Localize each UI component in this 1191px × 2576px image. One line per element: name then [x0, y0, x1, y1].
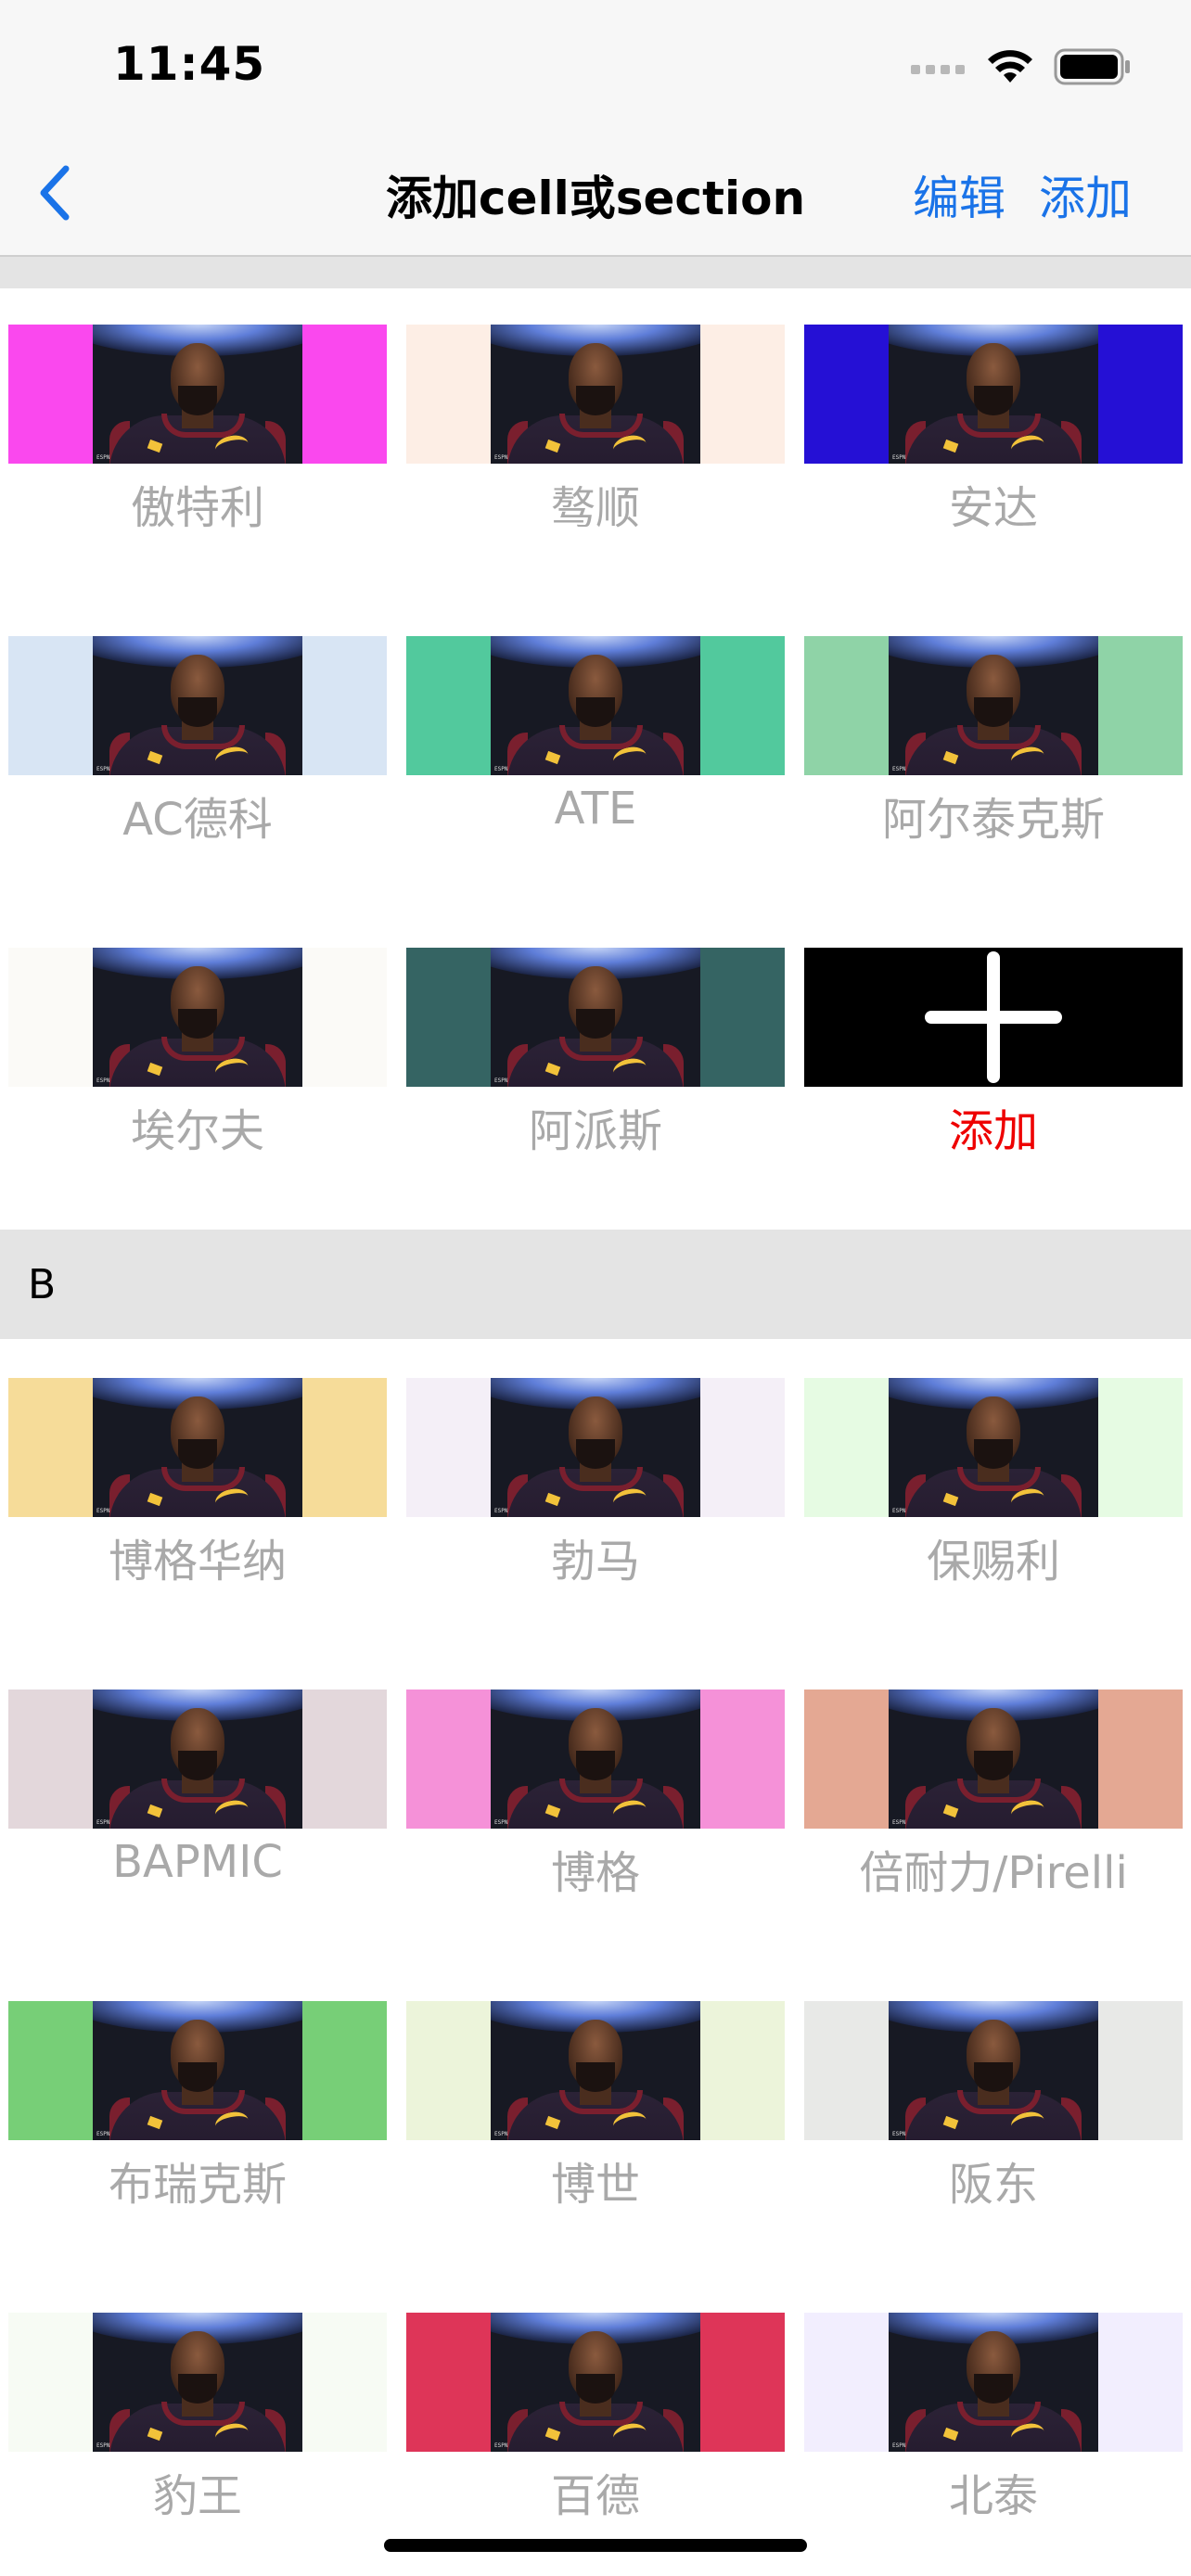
player-photo: ESPN [491, 2313, 700, 2452]
player-photo: ESPN [93, 2313, 302, 2452]
edit-button[interactable]: 编辑 [913, 161, 1005, 228]
cell-label: 布瑞克斯 [108, 2159, 287, 2211]
player-photo: ESPN [491, 1690, 700, 1829]
cell-thumbnail: ESPN [406, 636, 785, 775]
cell-label: 阿派斯 [528, 1105, 662, 1157]
player-photo: ESPN [93, 1690, 302, 1829]
cell-label: 北泰 [948, 2470, 1038, 2522]
player-photo: ESPN [93, 2001, 302, 2140]
section-title: B [28, 1261, 57, 1308]
player-photo: ESPN [889, 1378, 1098, 1517]
cell-thumbnail: ESPN [8, 1690, 387, 1829]
grid-cell[interactable]: ESPN 博格华纳 [8, 1378, 387, 1600]
cell-label: BAPMIC [112, 1836, 283, 1888]
battery-icon [1054, 48, 1130, 85]
add-thumbnail [804, 948, 1183, 1087]
grid-cell[interactable]: ESPN 阪东 [804, 2001, 1183, 2224]
grid-cell[interactable]: ESPN 阿尔泰克斯 [804, 636, 1183, 859]
grid-cell[interactable]: ESPN 北泰 [804, 2313, 1183, 2535]
grid-cell[interactable]: ESPN 布瑞克斯 [8, 2001, 387, 2224]
cell-thumbnail: ESPN [804, 636, 1183, 775]
player-photo: ESPN [93, 1378, 302, 1517]
cell-label: 保赐利 [926, 1536, 1060, 1588]
cell-thumbnail: ESPN [804, 2001, 1183, 2140]
grid-cell[interactable]: ESPN 埃尔夫 [8, 948, 387, 1170]
cell-thumbnail: ESPN [406, 1378, 785, 1517]
cell-thumbnail: ESPN [8, 948, 387, 1087]
cell-thumbnail: ESPN [406, 948, 785, 1087]
cell-label: 倍耐力/Pirelli [859, 1847, 1128, 1899]
player-photo: ESPN [889, 2001, 1098, 2140]
cell-thumbnail: ESPN [8, 636, 387, 775]
cell-thumbnail: ESPN [406, 2313, 785, 2452]
player-photo: ESPN [889, 1690, 1098, 1829]
grid-cell[interactable]: ESPN 保赐利 [804, 1378, 1183, 1600]
cell-label: 百德 [550, 2470, 640, 2522]
grid-cell[interactable]: ESPN ATE [406, 636, 785, 859]
section-header: B [0, 1230, 1191, 1339]
cell-thumbnail: ESPN [406, 2001, 785, 2140]
grid-cell[interactable]: ESPN 骜顺 [406, 325, 785, 547]
cell-thumbnail: ESPN [8, 325, 387, 464]
status-icons [911, 48, 1132, 85]
grid-cell[interactable]: ESPN 倍耐力/Pirelli [804, 1690, 1183, 1912]
grid-cell[interactable]: ESPN AC德科 [8, 636, 387, 859]
cell-thumbnail: ESPN [406, 1690, 785, 1829]
cell-label: 博世 [550, 2159, 640, 2211]
player-photo: ESPN [491, 948, 700, 1087]
cell-label: 阿尔泰克斯 [881, 794, 1105, 846]
player-photo: ESPN [491, 325, 700, 464]
cell-thumbnail: ESPN [804, 2313, 1183, 2452]
wifi-icon [988, 50, 1032, 83]
add-cell[interactable]: 添加 [804, 948, 1183, 1170]
player-photo: ESPN [491, 636, 700, 775]
player-photo: ESPN [93, 636, 302, 775]
cell-label: 傲特利 [130, 482, 264, 534]
add-cell-label: 添加 [948, 1105, 1038, 1157]
grid-cell[interactable]: ESPN 阿派斯 [406, 948, 785, 1170]
cell-thumbnail: ESPN [8, 2001, 387, 2140]
player-photo: ESPN [889, 2313, 1098, 2452]
cell-label: 勃马 [550, 1536, 640, 1588]
cell-thumbnail: ESPN [8, 1378, 387, 1517]
cellular-signal-icon [911, 65, 965, 74]
cell-label: 骜顺 [550, 482, 640, 534]
cell-thumbnail: ESPN [804, 1690, 1183, 1829]
cell-thumbnail: ESPN [804, 1378, 1183, 1517]
grid-cell[interactable]: ESPN 百德 [406, 2313, 785, 2535]
grid-cell[interactable]: ESPN 博格 [406, 1690, 785, 1912]
grid-cell[interactable]: ESPN 勃马 [406, 1378, 785, 1600]
player-photo: ESPN [491, 2001, 700, 2140]
player-photo: ESPN [491, 1378, 700, 1517]
navigation-bar: 添加cell或section 编辑 添加 [0, 130, 1191, 257]
cell-label: 博格 [550, 1847, 640, 1899]
grid-cell[interactable]: ESPN 博世 [406, 2001, 785, 2224]
cell-thumbnail: ESPN [406, 325, 785, 464]
cell-thumbnail: ESPN [804, 325, 1183, 464]
player-photo: ESPN [93, 325, 302, 464]
cell-thumbnail: ESPN [8, 2313, 387, 2452]
section-divider [0, 257, 1191, 288]
status-bar: 11:45 [0, 0, 1191, 130]
grid-cell[interactable]: ESPN 豹王 [8, 2313, 387, 2535]
cell-label: AC德科 [122, 794, 273, 846]
grid-cell[interactable]: ESPN BAPMIC [8, 1690, 387, 1912]
home-indicator [384, 2539, 807, 2552]
player-photo: ESPN [889, 325, 1098, 464]
page-title: 添加cell或section [385, 172, 806, 225]
cell-label: 安达 [948, 482, 1038, 534]
add-button[interactable]: 添加 [1039, 161, 1132, 228]
player-photo: ESPN [889, 636, 1098, 775]
grid-cell[interactable]: ESPN 傲特利 [8, 325, 387, 547]
status-time: 11:45 [113, 37, 266, 91]
cell-label: ATE [554, 783, 637, 835]
cell-label: 埃尔夫 [130, 1105, 264, 1157]
cell-label: 博格华纳 [108, 1536, 287, 1588]
cell-label: 阪东 [948, 2159, 1038, 2211]
grid-cell[interactable]: ESPN 安达 [804, 325, 1183, 547]
cell-label: 豹王 [152, 2470, 242, 2522]
player-photo: ESPN [93, 948, 302, 1087]
